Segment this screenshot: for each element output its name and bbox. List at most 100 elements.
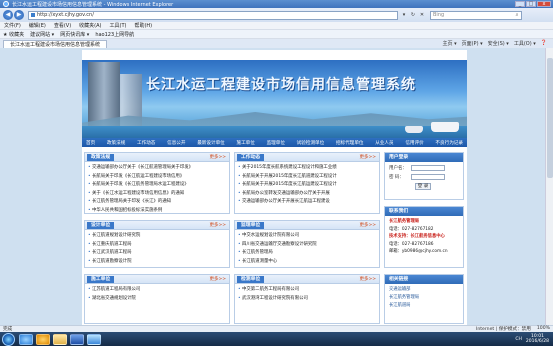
- close-button[interactable]: x: [537, 1, 551, 7]
- word-icon[interactable]: [70, 333, 84, 345]
- menu-file[interactable]: 文件(F): [4, 22, 21, 29]
- list-item[interactable]: 长江航道规划设计研究院: [88, 232, 226, 241]
- ship-image: [405, 126, 423, 133]
- back-button[interactable]: ◀: [3, 10, 13, 20]
- list-item[interactable]: 长江重庆航道工程局: [88, 241, 226, 250]
- address-toolbar: ◀ ▶ http://xyxt.cjhy.gov.cn/ ▾ ↻ ✕ Bing …: [0, 8, 553, 22]
- language-indicator[interactable]: CH: [515, 337, 522, 342]
- list-item[interactable]: 长航局关于印发《长江航务管理局水运工程建设》: [88, 181, 226, 190]
- panel-title: 设计单位: [87, 222, 115, 229]
- list-item[interactable]: 长江航务管理局关于印发《长江》的通知: [88, 198, 226, 207]
- folder-icon[interactable]: [53, 333, 67, 345]
- page-menu[interactable]: 页面(P) ▾: [462, 40, 483, 47]
- more-link[interactable]: 更多>>: [359, 276, 376, 283]
- browser-window-icon[interactable]: [87, 333, 101, 345]
- taskbar: CH 10:01 2016/6/28: [0, 332, 553, 346]
- menu-favorites[interactable]: 收藏夹(A): [79, 22, 101, 29]
- tech-support: 技术支持：长江航务信息中心: [389, 234, 445, 240]
- clock[interactable]: 10:01 2016/6/28: [526, 334, 549, 344]
- nav-design[interactable]: 最新设计单位: [197, 140, 225, 146]
- list-item[interactable]: 中华人民共和国招标投标法实施条例: [88, 207, 226, 216]
- testing-panel: 检测单位 更多>> 中交第二航务工程局有限公司 武汉港湾工程设计研究院有限公司: [234, 274, 380, 324]
- menu-help[interactable]: 帮助(H): [134, 22, 152, 29]
- list-item[interactable]: 长航局关于开展2015年度长江航道建设工程设计: [238, 173, 376, 182]
- password-input[interactable]: [411, 174, 445, 180]
- nav-bad-records[interactable]: 不良行为记录: [435, 140, 463, 146]
- maximize-button[interactable]: □: [526, 1, 536, 7]
- list-item[interactable]: 交通运输部办公厅关于开展长江航运工程建设: [238, 198, 376, 207]
- ie-taskbar-icon[interactable]: [19, 333, 33, 345]
- list-item[interactable]: 中交水运规划设计院有限公司: [238, 232, 376, 241]
- list-item[interactable]: 中交第二航务工程局有限公司: [238, 286, 376, 295]
- media-player-icon[interactable]: [36, 333, 50, 345]
- minimize-button[interactable]: _: [515, 1, 525, 7]
- stop-icon[interactable]: ✕: [418, 11, 426, 19]
- dropdown-icon[interactable]: ▾: [400, 11, 408, 19]
- contact-title: 联系我们: [385, 207, 463, 216]
- list-item[interactable]: 长航局关于开展2015年度长江航运建设工程设计: [238, 181, 376, 190]
- tools-menu[interactable]: 工具(O) ▾: [514, 40, 536, 47]
- address-field[interactable]: http://xyxt.cjhy.gov.cn/: [28, 10, 398, 20]
- list-item[interactable]: 交通运输部办公厅关于《长江航道管理局关于印发》: [88, 164, 226, 173]
- search-field[interactable]: Bing ⌕: [430, 10, 522, 20]
- refresh-icon[interactable]: ↻: [409, 11, 417, 19]
- nav-info[interactable]: 信息公开: [167, 140, 185, 146]
- more-link[interactable]: 更多>>: [359, 154, 376, 161]
- nav-evaluation[interactable]: 信用评价: [405, 140, 423, 146]
- link-item[interactable]: 长江航务管理局: [389, 294, 459, 302]
- panel-title: 监理单位: [237, 222, 265, 229]
- tab-active[interactable]: 长江水运工程建设市场信用信息管理系统: [3, 39, 108, 48]
- menu-edit[interactable]: 编辑(E): [29, 22, 46, 29]
- list-item[interactable]: 长航局关于印发《长江航运工程建设市场信用》: [88, 173, 226, 182]
- more-link[interactable]: 更多>>: [209, 222, 226, 229]
- safety-menu[interactable]: 安全(S) ▾: [488, 40, 509, 47]
- list-item[interactable]: 长江航务管理局: [238, 249, 376, 258]
- web-page: 长江水运工程建设市场信用信息管理系统 首页 政策法规 工作动态 信息公开 最新设…: [82, 50, 467, 325]
- username-input[interactable]: [411, 165, 445, 171]
- nav-policy[interactable]: 政策法规: [107, 140, 125, 146]
- supervision-panel: 监理单位 更多>> 中交水运规划设计院有限公司 四川省交通运输厅交通勘察设计研究院…: [234, 220, 380, 268]
- list-item[interactable]: 长江武汉航道工程局: [88, 249, 226, 258]
- favorite-hao123[interactable]: hao123上网导航: [95, 31, 134, 38]
- home-button[interactable]: 主页 ▾: [443, 40, 457, 47]
- help-icon[interactable]: ❓: [541, 40, 547, 47]
- list-item[interactable]: 长江航道勘察设计院: [88, 258, 226, 267]
- favorite-suggested-sites[interactable]: 建议网站 ▾: [30, 31, 54, 38]
- policy-panel: 政策法规 更多>> 交通运输部办公厅关于《长江航道管理局关于印发》 长航局关于印发…: [84, 152, 230, 214]
- nav-work[interactable]: 工作动态: [137, 140, 155, 146]
- construction-panel: 施工单位 更多>> 江苏航道工程局有限公司 湖北省交通规划设计院: [84, 274, 230, 324]
- vertical-scrollbar[interactable]: [545, 48, 553, 325]
- favorites-button[interactable]: ★ 收藏夹: [3, 31, 24, 38]
- link-item[interactable]: 长江航道局: [389, 302, 459, 310]
- list-item[interactable]: 武汉港湾工程设计研究院有限公司: [238, 295, 376, 304]
- favorite-web-slices[interactable]: 网页快讯库 ▾: [60, 31, 89, 38]
- contact-email: 邮箱：yb0986@cjhy.com.cn: [389, 249, 448, 255]
- nav-bidding[interactable]: 招标代理单位: [336, 140, 364, 146]
- start-button[interactable]: [2, 332, 15, 346]
- list-item[interactable]: 湖北省交通规划设计院: [88, 295, 226, 304]
- nav-testing[interactable]: 试验检测单位: [297, 140, 325, 146]
- nav-home[interactable]: 首页: [86, 140, 95, 146]
- list-item[interactable]: 长江航道测量中心: [238, 258, 376, 267]
- more-link[interactable]: 更多>>: [209, 276, 226, 283]
- list-item[interactable]: 关于2015年度长航系统建设工程设计和施工业绩: [238, 164, 376, 173]
- menu-tools[interactable]: 工具(T): [110, 22, 127, 29]
- window-titlebar: 长江水运工程建设市场信用信息管理系统 - Windows Internet Ex…: [0, 0, 553, 8]
- link-item[interactable]: 交通运输部: [389, 286, 459, 294]
- forward-button[interactable]: ▶: [14, 10, 24, 20]
- list-item[interactable]: 四川省交通运输厅交通勘察设计研究院: [238, 241, 376, 250]
- list-item[interactable]: 长航局办公室转发交通运输部办公厅关于开展: [238, 190, 376, 199]
- login-button[interactable]: 登 录: [415, 183, 431, 190]
- nav-personnel[interactable]: 从业人员: [375, 140, 393, 146]
- scrollbar-thumb[interactable]: [547, 58, 553, 178]
- search-icon[interactable]: ⌕: [513, 12, 521, 18]
- nav-supervision[interactable]: 监理单位: [267, 140, 285, 146]
- more-link[interactable]: 更多>>: [359, 222, 376, 229]
- window-controls: _ □ x: [515, 1, 551, 7]
- more-link[interactable]: 更多>>: [209, 154, 226, 161]
- list-item[interactable]: 关于《长江水运工程建设市场信用信息》的通知: [88, 190, 226, 199]
- nav-construction[interactable]: 施工单位: [236, 140, 254, 146]
- menu-view[interactable]: 查看(V): [54, 22, 71, 29]
- list-item[interactable]: 江苏航道工程局有限公司: [88, 286, 226, 295]
- login-panel: 用户登录 用户名： 密 码： 登 录: [384, 152, 464, 200]
